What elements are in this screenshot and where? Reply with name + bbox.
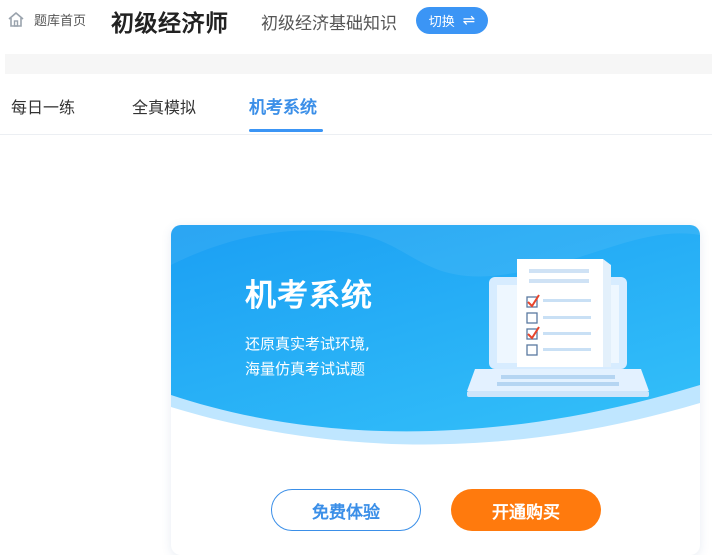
card-description-line-1: 还原真实考试环境, xyxy=(245,335,370,353)
free-trial-button[interactable]: 免费体验 xyxy=(271,489,421,531)
tab-bar: 每日一练 全真模拟 机考系统 xyxy=(0,74,712,135)
active-tab-indicator xyxy=(249,129,323,132)
home-link[interactable]: 题库首页 xyxy=(7,10,86,29)
tab-computer-exam[interactable]: 机考系统 xyxy=(249,93,317,118)
card-description-line-2: 海量仿真考试试题 xyxy=(245,360,366,378)
home-icon xyxy=(7,11,25,28)
home-label: 题库首页 xyxy=(34,14,87,29)
tab-mock-exam[interactable]: 全真模拟 xyxy=(132,94,196,118)
separator-strip xyxy=(5,54,712,74)
tab-daily-practice[interactable]: 每日一练 xyxy=(11,94,75,118)
top-bar: 题库首页 初级经济师 初级经济基础知识 切换 ⇌ xyxy=(0,0,712,42)
switch-label: 切换 xyxy=(428,15,455,30)
purchase-button[interactable]: 开通购买 xyxy=(451,489,601,531)
switch-icon: ⇌ xyxy=(462,11,476,29)
switch-button[interactable]: 切换 ⇌ xyxy=(416,7,488,34)
computer-exam-card: 机考系统 还原真实考试环境, 海量仿真考试试题 免费体验 开通购买 xyxy=(171,225,700,555)
exam-title: 初级经济师 xyxy=(111,11,229,37)
laptop-illustration xyxy=(467,259,649,397)
card-title: 机考系统 xyxy=(245,278,373,314)
subject-name: 初级经济基础知识 xyxy=(261,14,397,34)
